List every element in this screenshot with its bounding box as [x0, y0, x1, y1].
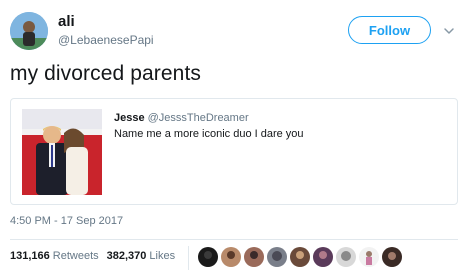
retweets-label: Retweets — [52, 250, 99, 262]
quoted-author-handle: @JesssTheDreamer — [147, 112, 249, 124]
tweet-timestamp[interactable]: 4:50 PM - 17 Sep 2017 — [10, 215, 123, 227]
likes-stat[interactable]: 382,370 Likes — [107, 250, 175, 262]
author-handle[interactable]: @LebaenesePapi — [58, 33, 154, 47]
liker-avatar[interactable] — [290, 247, 310, 267]
author-avatar[interactable] — [10, 12, 48, 50]
retweets-count: 131,166 — [10, 250, 50, 262]
liker-avatar[interactable] — [336, 247, 356, 267]
liker-avatar[interactable] — [198, 247, 218, 267]
author-name[interactable]: ali — [58, 13, 75, 30]
quoted-tweet-text: Name me a more iconic duo I dare you — [114, 128, 304, 140]
likes-count: 382,370 — [106, 250, 147, 262]
tweet-stats: 131,166 Retweets 382,370 Likes — [10, 250, 175, 262]
liker-avatar[interactable] — [382, 247, 402, 267]
liker-avatar[interactable] — [221, 247, 241, 267]
liker-avatar[interactable] — [267, 247, 287, 267]
tweet-text: my divorced parents — [10, 62, 201, 85]
liker-avatar[interactable] — [244, 247, 264, 267]
likes-label: Likes — [149, 250, 176, 262]
liker-avatar[interactable] — [313, 247, 333, 267]
quoted-tweet-card[interactable]: Jesse @JesssTheDreamer Name me a more ico… — [10, 98, 458, 205]
chevron-down-icon[interactable] — [443, 24, 455, 36]
divider — [10, 239, 458, 240]
liker-avatar[interactable] — [359, 247, 379, 267]
retweets-stat[interactable]: 131,166 Retweets — [10, 250, 99, 262]
liker-avatars — [198, 247, 402, 267]
quoted-author-name: Jesse — [114, 112, 145, 124]
follow-button[interactable]: Follow — [348, 16, 431, 44]
quoted-tweet-author[interactable]: Jesse @JesssTheDreamer — [114, 112, 249, 124]
stats-divider — [188, 246, 189, 270]
quoted-tweet-photo[interactable] — [22, 109, 102, 195]
